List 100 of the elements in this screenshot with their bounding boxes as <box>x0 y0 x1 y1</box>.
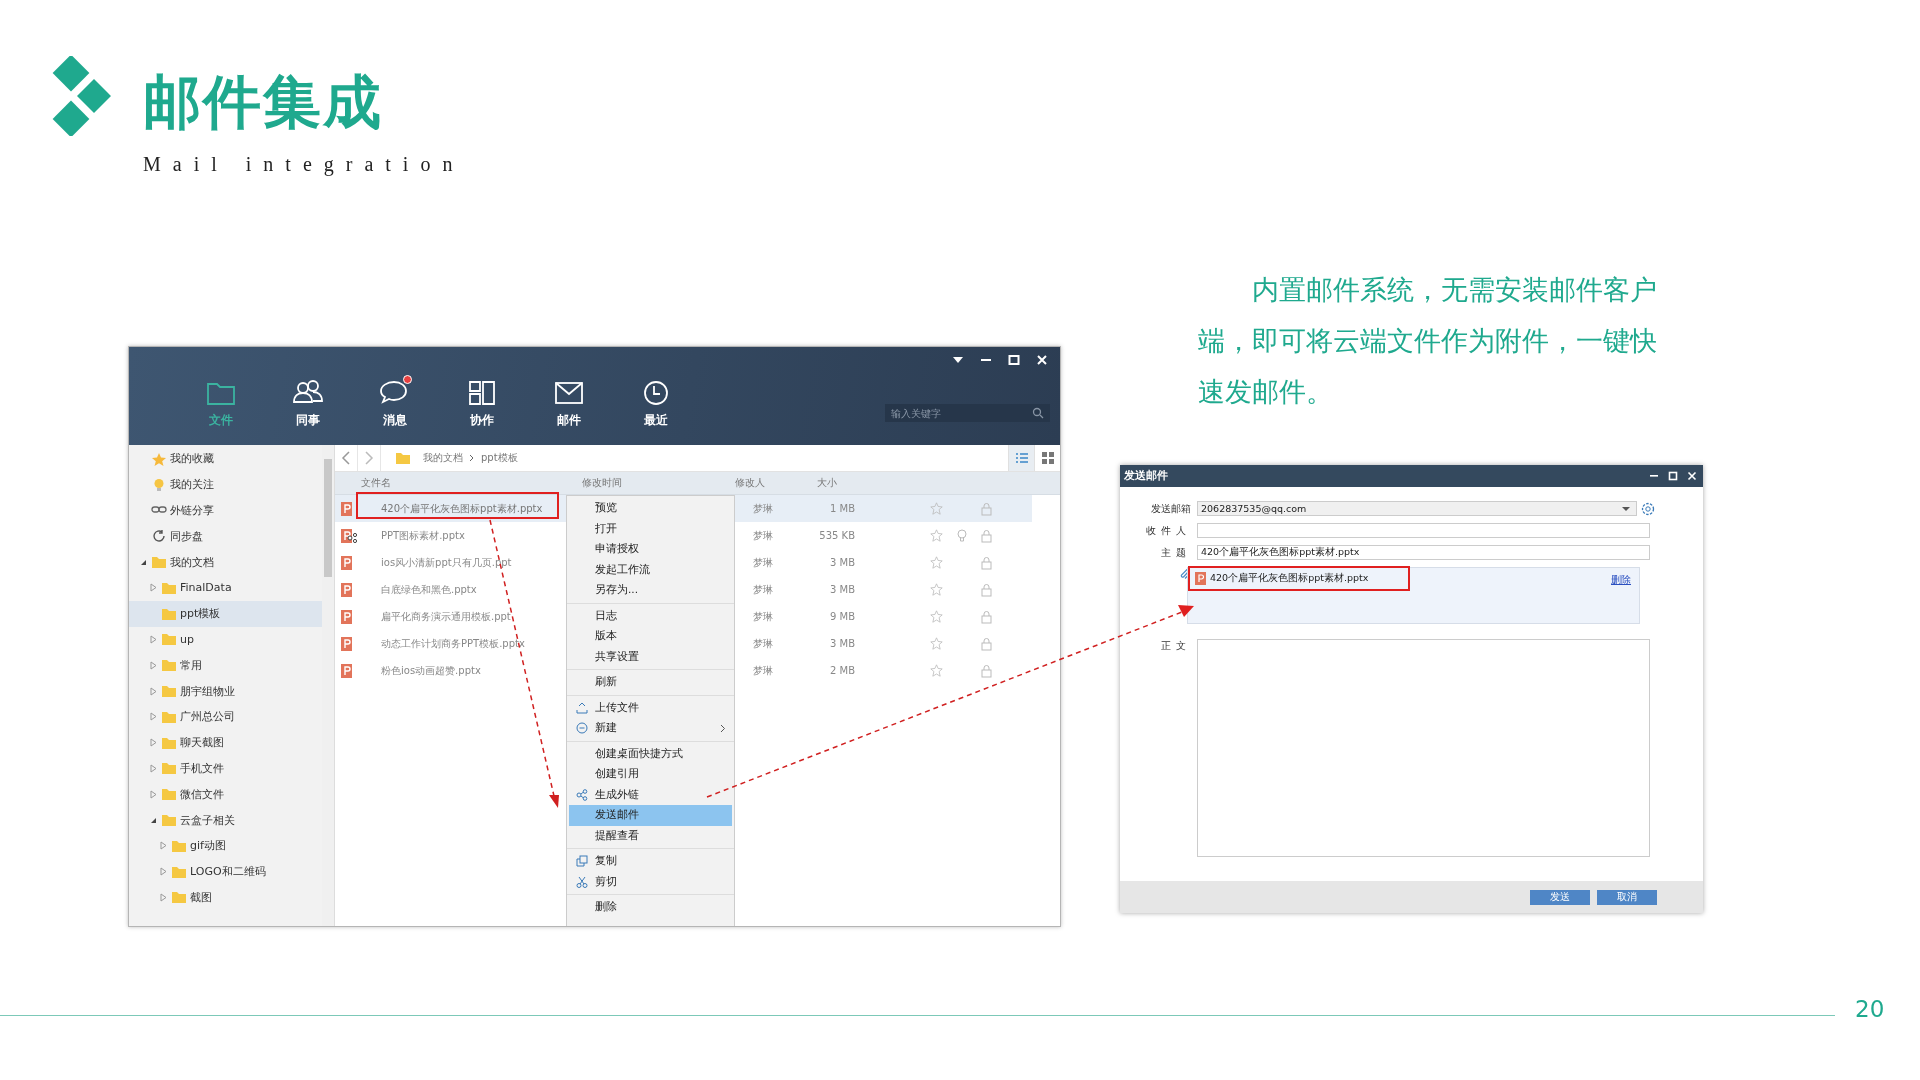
folder-icon <box>161 735 177 750</box>
breadcrumb-item[interactable]: 我的文档 <box>417 451 469 465</box>
expand-icon[interactable] <box>150 738 157 748</box>
delete-link[interactable]: 删除 <box>1611 573 1631 587</box>
menu-item[interactable]: 上传文件 <box>569 697 732 718</box>
menu-item[interactable]: 创建桌面快捷方式 <box>569 743 732 764</box>
share-icon <box>576 788 588 801</box>
folder-icon <box>161 761 177 776</box>
lock-icon[interactable] <box>981 636 992 651</box>
column-header[interactable]: 修改人 <box>702 476 792 490</box>
tree-item[interactable]: up <box>129 626 322 653</box>
star-icon[interactable] <box>930 556 943 569</box>
nav-tab[interactable]: 邮件 <box>525 378 612 429</box>
tree-item[interactable]: 云盒子相关 <box>129 807 322 833</box>
bulb-icon[interactable] <box>957 528 967 543</box>
column-header[interactable]: 文件名 <box>335 476 570 490</box>
nav-tab[interactable]: 协作 <box>438 378 525 429</box>
tree-item[interactable]: 我的文档 <box>129 549 322 575</box>
maximize-icon[interactable] <box>1668 471 1678 481</box>
tree-item[interactable]: gif动图 <box>129 832 322 859</box>
menu-item[interactable]: 预览 <box>569 498 732 519</box>
menu-item[interactable]: 创建引用 <box>569 764 732 785</box>
collapse-icon[interactable] <box>150 816 157 824</box>
nav-tab[interactable]: 最近 <box>612 378 699 429</box>
star-icon[interactable] <box>930 610 943 623</box>
star-icon[interactable] <box>930 637 943 650</box>
menu-item[interactable]: 申请授权 <box>569 539 732 560</box>
menu-item[interactable]: 打开 <box>569 518 732 539</box>
menu-item[interactable]: 生成外链 <box>569 784 732 805</box>
expand-icon[interactable] <box>160 867 167 877</box>
tree-item[interactable]: 常用 <box>129 652 322 679</box>
star-icon[interactable] <box>930 583 943 596</box>
menu-item[interactable]: 共享设置 <box>569 646 732 667</box>
menu-item[interactable]: 删除 <box>569 897 732 918</box>
nav-tab[interactable]: 消息 <box>351 378 438 429</box>
folder-icon <box>161 684 177 699</box>
tree-item[interactable]: 微信文件 <box>129 781 322 808</box>
lock-icon[interactable] <box>981 609 992 624</box>
send-button[interactable]: 发送 <box>1530 889 1590 905</box>
menu-item[interactable]: 新建 <box>569 718 732 739</box>
body-field[interactable] <box>1197 639 1650 857</box>
search-field[interactable]: 输入关键字 <box>885 404 1050 422</box>
close-icon[interactable] <box>1687 471 1697 481</box>
expand-icon[interactable] <box>150 789 157 799</box>
expand-icon[interactable] <box>150 763 157 773</box>
folder-icon <box>161 709 177 724</box>
tree-item[interactable]: 同步盘 <box>129 523 322 550</box>
subject-field[interactable]: 420个扁平化灰色图标ppt素材.pptx <box>1197 545 1650 560</box>
tree-item[interactable]: LOGO和二维码 <box>129 858 322 885</box>
tree-item[interactable]: 外链分享 <box>129 497 322 524</box>
settings-icon[interactable] <box>1641 501 1655 516</box>
sender-dropdown[interactable]: 2062837535@qq.com <box>1197 501 1637 516</box>
folder-icon <box>171 864 187 879</box>
menu-item[interactable]: 发送邮件 <box>569 805 732 826</box>
expand-icon[interactable] <box>150 634 157 644</box>
tree-item[interactable]: 我的关注 <box>129 471 322 498</box>
lock-icon[interactable] <box>981 663 992 678</box>
grid-view-button[interactable] <box>1034 445 1060 471</box>
close-icon[interactable] <box>1036 355 1048 365</box>
menu-item[interactable]: 另存为... <box>569 580 732 601</box>
tree-item[interactable]: 广州总公司 <box>129 703 322 730</box>
maximize-icon[interactable] <box>1008 355 1020 365</box>
recipient-field[interactable] <box>1197 523 1650 538</box>
lock-icon[interactable] <box>981 528 992 543</box>
tree-item[interactable]: ppt模板 <box>129 600 322 627</box>
tree-item[interactable]: 聊天截图 <box>129 729 322 756</box>
size-cell-text: 3 MB <box>828 557 855 568</box>
tree-item[interactable]: FinalData <box>129 575 322 601</box>
menu-item[interactable]: 提醒查看 <box>569 825 732 846</box>
tree-item[interactable]: 我的收藏 <box>129 446 322 472</box>
folder-icon <box>161 658 177 673</box>
menu-item[interactable]: 刷新 <box>569 672 732 693</box>
menu-item[interactable]: 发起工作流 <box>569 559 732 580</box>
lock-icon[interactable] <box>981 501 992 516</box>
list-view-button[interactable] <box>1008 445 1034 471</box>
dropdown-icon[interactable] <box>952 355 964 365</box>
column-header[interactable]: 修改时间 <box>570 476 702 490</box>
menu-item[interactable]: 复制 <box>569 851 732 872</box>
menu-item[interactable]: 日志 <box>569 605 732 626</box>
expand-icon[interactable] <box>160 841 167 851</box>
breadcrumb-item[interactable]: ppt模板 <box>475 451 524 465</box>
star-icon[interactable] <box>930 502 943 515</box>
tree-item[interactable]: 手机文件 <box>129 755 322 782</box>
cancel-button[interactable]: 取消 <box>1597 889 1657 905</box>
expand-icon[interactable] <box>150 660 157 670</box>
star-icon[interactable] <box>930 529 943 542</box>
menu-item[interactable]: 版本 <box>569 626 732 647</box>
lock-icon[interactable] <box>981 582 992 597</box>
column-header[interactable]: 大小 <box>792 476 837 490</box>
tree-item[interactable]: 朋宇组物业 <box>129 678 322 704</box>
expand-icon[interactable] <box>150 583 157 593</box>
star-icon[interactable] <box>930 664 943 677</box>
expand-icon[interactable] <box>150 686 157 696</box>
collapse-icon[interactable] <box>140 558 147 566</box>
menu-item[interactable]: 剪切 <box>569 871 732 892</box>
lock-icon[interactable] <box>981 555 992 570</box>
tree-item[interactable]: 截图 <box>129 884 322 911</box>
expand-icon[interactable] <box>160 892 167 902</box>
nav-tab[interactable]: 同事 <box>264 378 351 429</box>
expand-icon[interactable] <box>150 712 157 722</box>
